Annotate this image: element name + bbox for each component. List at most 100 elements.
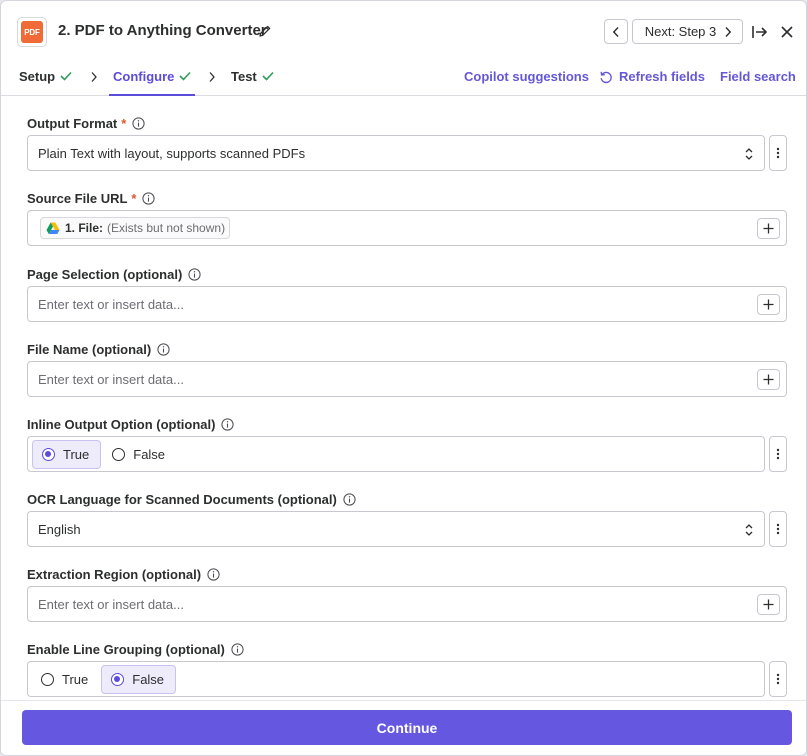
file-name-label: File Name (optional)	[27, 342, 170, 357]
previous-step-button[interactable]	[604, 19, 628, 44]
info-icon[interactable]	[343, 493, 356, 506]
output-format-select[interactable]: Plain Text with layout, supports scanned…	[27, 135, 765, 171]
kebab-menu-icon	[776, 673, 780, 685]
radio-option-true[interactable]: True	[32, 665, 99, 694]
plus-icon	[763, 223, 774, 234]
radio-unselected-icon	[112, 447, 126, 461]
info-icon[interactable]	[132, 117, 145, 130]
refresh-fields-label: Refresh fields	[619, 69, 705, 84]
field-options-button[interactable]	[769, 135, 787, 171]
field-label-text: File Name (optional)	[27, 342, 152, 357]
line-grouping-radio-group: True False	[27, 661, 765, 697]
tab-configure[interactable]: Configure	[109, 68, 196, 96]
step-editor-panel: PDF 2. PDF to Anything Converter Next: S…	[0, 0, 807, 756]
tab-configure-label: Configure	[113, 69, 175, 84]
pill-value: (Exists but not shown)	[107, 221, 226, 235]
close-icon[interactable]	[780, 25, 794, 39]
tab-setup[interactable]: Setup	[19, 68, 72, 96]
line-grouping-label: Enable Line Grouping (optional)	[27, 642, 244, 657]
tab-test-label: Test	[231, 69, 257, 84]
field-search-link[interactable]: Field search	[720, 69, 796, 84]
radio-option-false[interactable]: False	[101, 664, 177, 694]
chevron-updown-icon	[745, 524, 753, 536]
refresh-icon	[600, 71, 612, 83]
check-icon	[179, 71, 191, 81]
inline-output-radio-group: True False	[27, 436, 765, 472]
field-label-text: Inline Output Option (optional)	[27, 417, 216, 432]
footer: Continue	[1, 700, 806, 755]
pencil-icon[interactable]	[258, 24, 272, 38]
radio-label: False	[133, 446, 166, 462]
required-marker: *	[121, 116, 127, 131]
field-options-button[interactable]	[769, 661, 787, 697]
field-options-button[interactable]	[769, 511, 787, 547]
chevron-right-icon	[209, 72, 215, 82]
extraction-region-input[interactable]: Enter text or insert data...	[27, 586, 787, 622]
google-drive-icon	[46, 222, 60, 234]
step-title[interactable]: 2. PDF to Anything Converter	[58, 22, 267, 39]
chevron-updown-icon	[745, 148, 753, 160]
info-icon[interactable]	[207, 568, 220, 581]
check-icon	[60, 71, 72, 81]
radio-label: True	[63, 446, 90, 462]
info-icon[interactable]	[221, 418, 235, 431]
radio-selected-icon	[42, 447, 55, 461]
output-format-value: Plain Text with layout, supports scanned…	[38, 145, 306, 161]
radio-selected-icon	[111, 672, 125, 686]
source-file-url-label: Source File URL *	[27, 191, 156, 206]
field-label-text: OCR Language for Scanned Documents (opti…	[27, 492, 337, 507]
pdf-app-icon: PDF	[21, 21, 43, 43]
kebab-menu-icon	[776, 448, 780, 460]
plus-icon	[763, 299, 774, 310]
ocr-language-select[interactable]: English	[27, 511, 765, 547]
plus-icon	[763, 374, 774, 385]
info-icon[interactable]	[142, 192, 156, 205]
tab-test[interactable]: Test	[231, 68, 274, 96]
field-label-text: Output Format	[27, 116, 118, 131]
field-label-text: Extraction Region (optional)	[27, 567, 202, 582]
refresh-fields-link[interactable]: Refresh fields	[599, 69, 705, 84]
file-name-input[interactable]: Enter text or insert data...	[27, 361, 787, 397]
chevron-right-icon	[725, 26, 732, 37]
ocr-language-label: OCR Language for Scanned Documents (opti…	[27, 492, 356, 507]
source-file-url-input[interactable]: 1. File: (Exists but not shown)	[27, 210, 787, 246]
insert-data-button[interactable]	[757, 369, 780, 390]
info-icon[interactable]	[157, 343, 170, 356]
expand-panel-icon[interactable]	[751, 24, 769, 40]
radio-unselected-icon	[41, 672, 54, 686]
extraction-region-label: Extraction Region (optional)	[27, 567, 220, 582]
step-header: PDF 2. PDF to Anything Converter Next: S…	[1, 1, 806, 63]
input-placeholder: Enter text or insert data...	[38, 596, 184, 612]
inline-output-label: Inline Output Option (optional)	[27, 417, 235, 432]
insert-data-button[interactable]	[757, 294, 780, 315]
insert-data-button[interactable]	[757, 218, 780, 239]
info-icon[interactable]	[231, 643, 244, 656]
input-placeholder: Enter text or insert data...	[38, 296, 184, 312]
field-label-text: Source File URL	[27, 191, 128, 206]
page-selection-input[interactable]: Enter text or insert data...	[27, 286, 787, 322]
ocr-language-value: English	[38, 521, 81, 537]
insert-data-button[interactable]	[757, 594, 780, 615]
copilot-suggestions-link[interactable]: Copilot suggestions	[464, 69, 589, 84]
form-content: Output Format * Plain Text with layout, …	[1, 96, 806, 700]
radio-option-true[interactable]: True	[32, 439, 102, 469]
app-logo: PDF	[17, 17, 47, 47]
kebab-menu-icon	[776, 147, 780, 159]
radio-label: True	[62, 671, 89, 687]
kebab-menu-icon	[776, 523, 780, 535]
radio-option-false[interactable]: False	[103, 440, 176, 469]
required-marker: *	[131, 191, 137, 206]
mapped-data-pill[interactable]: 1. File: (Exists but not shown)	[40, 217, 231, 239]
next-step-label: Next: Step 3	[644, 24, 717, 39]
field-label-text: Enable Line Grouping (optional)	[27, 642, 225, 657]
info-icon[interactable]	[188, 268, 201, 281]
check-icon	[262, 71, 274, 81]
page-selection-label: Page Selection (optional)	[27, 267, 201, 282]
next-step-button[interactable]: Next: Step 3	[632, 19, 743, 44]
radio-label: False	[132, 671, 165, 687]
output-format-label: Output Format *	[27, 116, 145, 131]
continue-button[interactable]: Continue	[22, 710, 792, 745]
chevron-right-icon	[91, 72, 97, 82]
field-options-button[interactable]	[769, 436, 787, 472]
tab-setup-label: Setup	[19, 69, 56, 84]
